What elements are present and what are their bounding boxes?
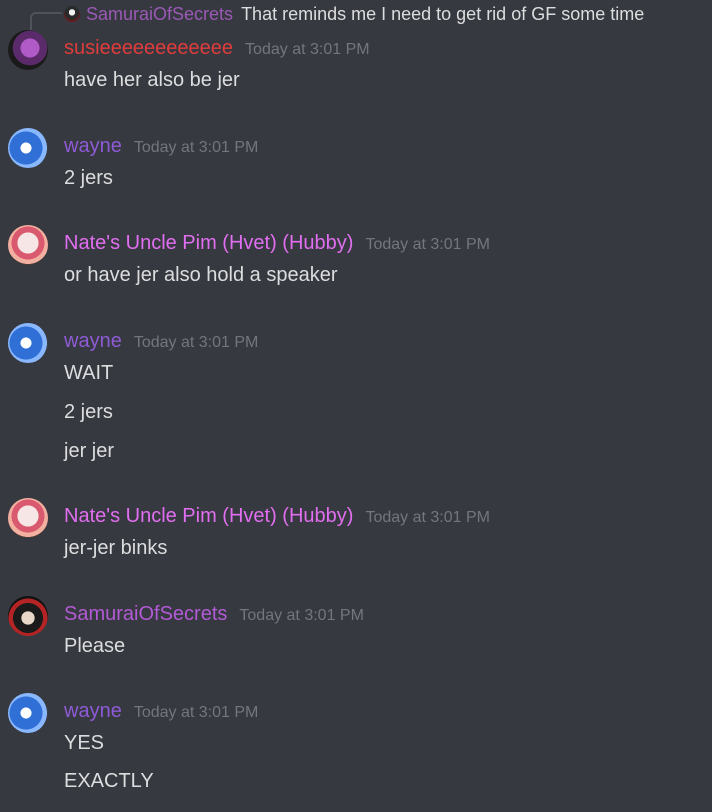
reply-author[interactable]: SamuraiOfSecrets (86, 4, 233, 25)
message-text: or have jer also hold a speaker (64, 264, 338, 286)
avatar[interactable] (8, 498, 48, 538)
timestamp: Today at 3:01 PM (133, 704, 259, 721)
samurai-avatar-icon[interactable] (64, 6, 80, 22)
timestamp: Today at 3:01 PM (365, 236, 490, 253)
timestamp: Today at 3:01 PM (133, 334, 259, 351)
avatar[interactable] (8, 693, 48, 733)
reply-connector (30, 12, 62, 30)
message-header: susieeeeeeeeeeee Today at 3:01 PM (64, 37, 370, 60)
message-header: wayne Today at 3:01 PM (64, 700, 258, 723)
message-header: SamuraiOfSecrets Today at 3:01 PM (64, 603, 364, 626)
author-name[interactable]: susieeeeeeeeeeee (64, 37, 233, 60)
timestamp: Today at 3:01 PM (133, 139, 259, 156)
chat-messages: SamuraiOfSecrets That reminds me I need … (0, 0, 712, 812)
message-text: 2 jers (64, 401, 113, 423)
message-text: EXACTLY (64, 770, 154, 792)
author-name[interactable]: wayne (64, 135, 122, 158)
avatar[interactable] (8, 30, 48, 70)
reply-reference[interactable]: SamuraiOfSecrets That reminds me I need … (64, 3, 644, 25)
message-text: have her also be jer (64, 69, 240, 91)
message-header: wayne Today at 3:01 PM (64, 135, 258, 158)
reply-text[interactable]: That reminds me I need to get rid of GF … (241, 4, 644, 25)
author-name[interactable]: wayne (64, 700, 122, 723)
avatar[interactable] (8, 225, 48, 265)
message-header: wayne Today at 3:01 PM (64, 330, 258, 353)
author-name[interactable]: SamuraiOfSecrets (64, 603, 227, 626)
avatar[interactable] (8, 128, 48, 168)
author-name[interactable]: Nate's Uncle Pim (Hvet) (Hubby) (64, 232, 353, 255)
author-name[interactable]: Nate's Uncle Pim (Hvet) (Hubby) (64, 505, 353, 528)
timestamp: Today at 3:01 PM (245, 41, 370, 58)
avatar[interactable] (8, 323, 48, 363)
author-name[interactable]: wayne (64, 330, 122, 353)
message-text: Please (64, 635, 126, 657)
message-text: 2 jers (64, 167, 113, 189)
timestamp: Today at 3:01 PM (239, 607, 364, 624)
message-text: YES (64, 732, 105, 754)
message-header: Nate's Uncle Pim (Hvet) (Hubby) Today at… (64, 505, 490, 528)
timestamp: Today at 3:01 PM (365, 509, 490, 526)
message-text: jer jer (64, 440, 115, 462)
message-header: Nate's Uncle Pim (Hvet) (Hubby) Today at… (64, 232, 490, 255)
message-text: WAIT (64, 362, 114, 384)
avatar[interactable] (8, 596, 48, 636)
message-text: jer-jer binks (64, 537, 168, 559)
